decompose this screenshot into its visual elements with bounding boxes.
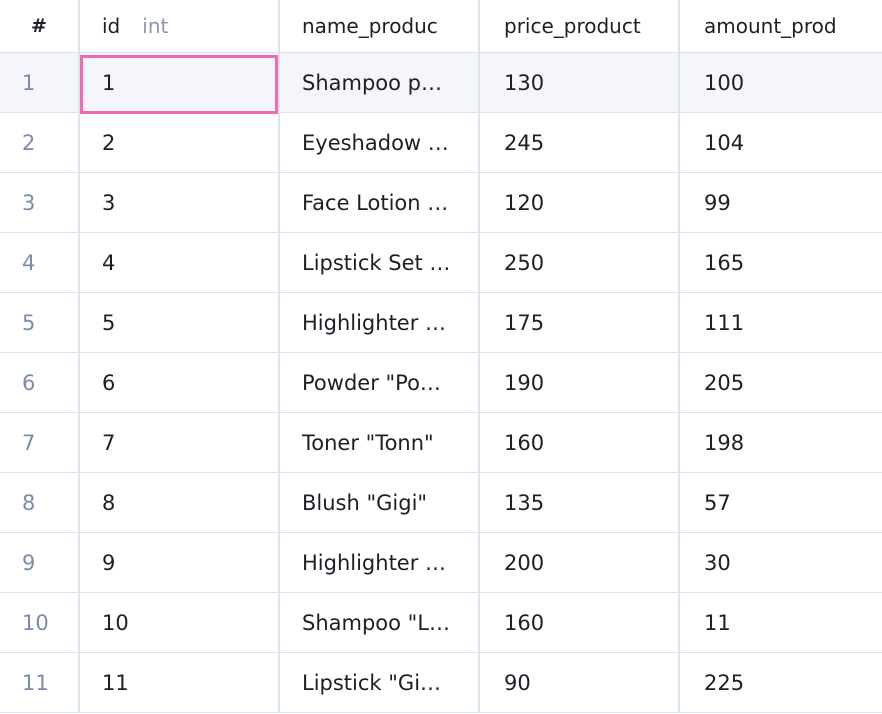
- cell-name-product[interactable]: Lipstick "Gi…: [280, 653, 480, 712]
- cell-name-product[interactable]: Blush "Gigi": [280, 473, 480, 532]
- cell-price-product[interactable]: 175: [480, 293, 680, 352]
- cell-name-product[interactable]: Shampoo "L…: [280, 593, 480, 652]
- cell-price-product[interactable]: 135: [480, 473, 680, 532]
- cell-id[interactable]: 2: [80, 113, 280, 172]
- header-price-product[interactable]: price_product: [480, 0, 680, 52]
- table-row[interactable]: 9 9 Highlighter … 200 30: [0, 533, 882, 593]
- row-index: 1: [0, 53, 80, 112]
- cell-id[interactable]: 5: [80, 293, 280, 352]
- header-name-product[interactable]: name_produc: [280, 0, 480, 52]
- row-index: 11: [0, 653, 80, 712]
- cell-id[interactable]: 8: [80, 473, 280, 532]
- row-index: 8: [0, 473, 80, 532]
- cell-amount-product[interactable]: 225: [680, 653, 882, 712]
- table-row[interactable]: 10 10 Shampoo "L… 160 11: [0, 593, 882, 653]
- cell-id[interactable]: 10: [80, 593, 280, 652]
- row-index: 10: [0, 593, 80, 652]
- cell-amount-product[interactable]: 198: [680, 413, 882, 472]
- cell-name-product[interactable]: Highlighter …: [280, 293, 480, 352]
- cell-name-product[interactable]: Eyeshadow …: [280, 113, 480, 172]
- cell-id[interactable]: 6: [80, 353, 280, 412]
- cell-price-product[interactable]: 250: [480, 233, 680, 292]
- cell-id[interactable]: 4: [80, 233, 280, 292]
- cell-amount-product[interactable]: 165: [680, 233, 882, 292]
- cell-id[interactable]: 1: [80, 53, 280, 112]
- row-index: 9: [0, 533, 80, 592]
- table-row[interactable]: 4 4 Lipstick Set … 250 165: [0, 233, 882, 293]
- cell-amount-product[interactable]: 57: [680, 473, 882, 532]
- cell-name-product[interactable]: Highlighter …: [280, 533, 480, 592]
- grid-header: # id int name_produc price_product amoun…: [0, 0, 882, 53]
- header-index: #: [0, 0, 80, 52]
- cell-price-product[interactable]: 120: [480, 173, 680, 232]
- cell-amount-product[interactable]: 11: [680, 593, 882, 652]
- cell-name-product[interactable]: Powder "Po…: [280, 353, 480, 412]
- cell-amount-product[interactable]: 104: [680, 113, 882, 172]
- row-index: 6: [0, 353, 80, 412]
- table-row[interactable]: 1 1 Shampoo p… 130 100: [0, 53, 882, 113]
- cell-price-product[interactable]: 160: [480, 413, 680, 472]
- header-id-label: id: [102, 14, 121, 38]
- cell-price-product[interactable]: 160: [480, 593, 680, 652]
- header-id-type: int: [142, 14, 169, 38]
- cell-name-product[interactable]: Lipstick Set …: [280, 233, 480, 292]
- cell-id[interactable]: 3: [80, 173, 280, 232]
- header-id[interactable]: id int: [80, 0, 280, 52]
- cell-name-product[interactable]: Face Lotion …: [280, 173, 480, 232]
- row-index: 3: [0, 173, 80, 232]
- cell-price-product[interactable]: 130: [480, 53, 680, 112]
- row-index: 5: [0, 293, 80, 352]
- table-row[interactable]: 7 7 Toner "Tonn" 160 198: [0, 413, 882, 473]
- cell-price-product[interactable]: 90: [480, 653, 680, 712]
- row-index: 2: [0, 113, 80, 172]
- cell-amount-product[interactable]: 30: [680, 533, 882, 592]
- cell-price-product[interactable]: 245: [480, 113, 680, 172]
- row-index: 4: [0, 233, 80, 292]
- table-row[interactable]: 3 3 Face Lotion … 120 99: [0, 173, 882, 233]
- cell-id[interactable]: 11: [80, 653, 280, 712]
- cell-amount-product[interactable]: 111: [680, 293, 882, 352]
- cell-amount-product[interactable]: 99: [680, 173, 882, 232]
- cell-amount-product[interactable]: 100: [680, 53, 882, 112]
- cell-id[interactable]: 9: [80, 533, 280, 592]
- cell-id[interactable]: 7: [80, 413, 280, 472]
- table-row[interactable]: 8 8 Blush "Gigi" 135 57: [0, 473, 882, 533]
- cell-name-product[interactable]: Toner "Tonn": [280, 413, 480, 472]
- table-row[interactable]: 5 5 Highlighter … 175 111: [0, 293, 882, 353]
- table-row[interactable]: 2 2 Eyeshadow … 245 104: [0, 113, 882, 173]
- row-index: 7: [0, 413, 80, 472]
- data-grid: # id int name_produc price_product amoun…: [0, 0, 882, 714]
- table-row[interactable]: 11 11 Lipstick "Gi… 90 225: [0, 653, 882, 713]
- table-row[interactable]: 6 6 Powder "Po… 190 205: [0, 353, 882, 413]
- cell-amount-product[interactable]: 205: [680, 353, 882, 412]
- cell-price-product[interactable]: 190: [480, 353, 680, 412]
- cell-price-product[interactable]: 200: [480, 533, 680, 592]
- cell-name-product[interactable]: Shampoo p…: [280, 53, 480, 112]
- header-amount-product[interactable]: amount_prod: [680, 0, 882, 52]
